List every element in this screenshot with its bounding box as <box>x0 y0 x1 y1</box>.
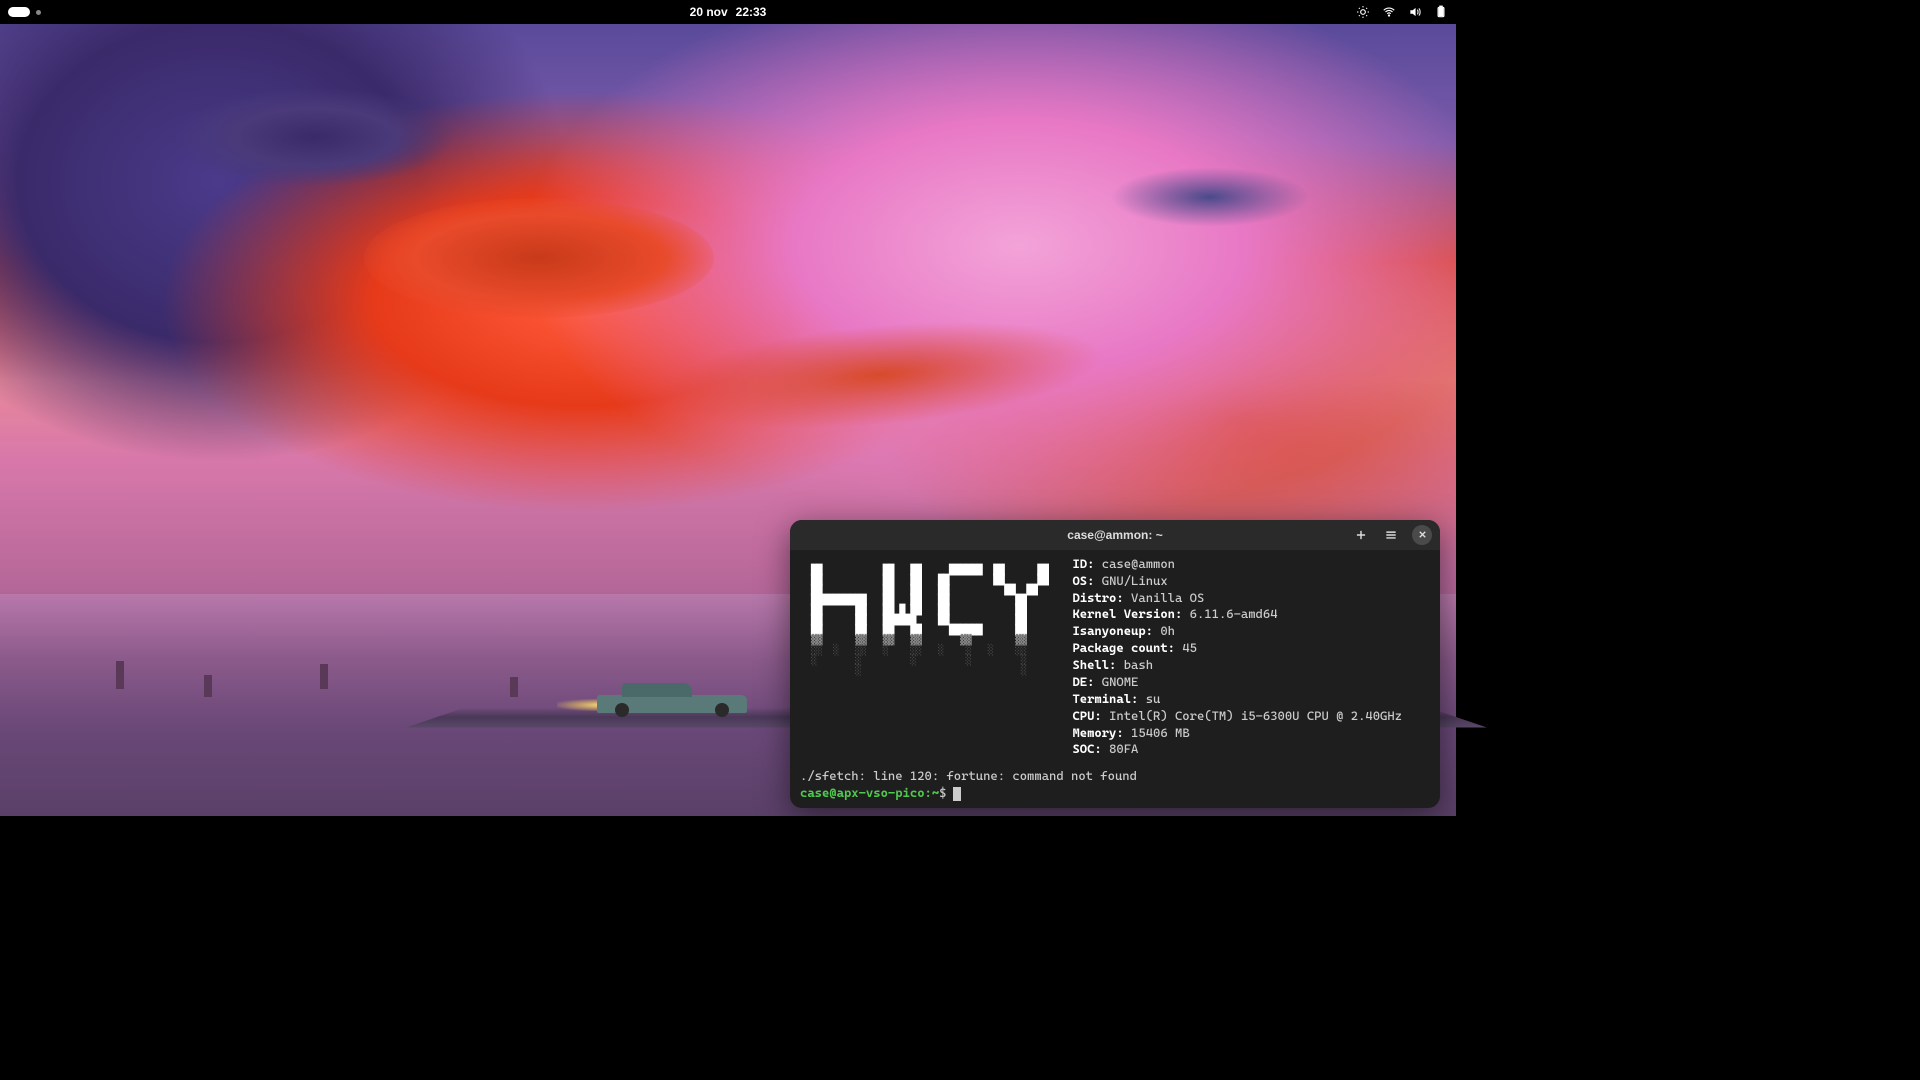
terminal-title: case@ammon: ~ <box>1067 528 1162 542</box>
new-tab-button[interactable] <box>1352 526 1370 544</box>
top-bar: 20 nov 22:33 <box>0 0 1456 24</box>
info-row: Terminal: su <box>1072 691 1430 708</box>
volume-icon[interactable] <box>1408 5 1422 19</box>
prompt-line[interactable]: case@apx-vso-pico:~$ <box>800 785 1430 802</box>
info-row: SOC: 80FA <box>1072 741 1430 758</box>
info-row: Isanyoneup: 0h <box>1072 623 1430 640</box>
menu-button[interactable] <box>1382 526 1400 544</box>
info-row: CPU: Intel(R) Core(TM) i5-6300U CPU @ 2.… <box>1072 708 1430 725</box>
info-row: Package count: 45 <box>1072 640 1430 657</box>
info-row: OS: GNU/Linux <box>1072 573 1430 590</box>
system-info: ID: case@ammon OS: GNU/Linux Distro: Van… <box>1072 556 1430 759</box>
info-row: ID: case@ammon <box>1072 556 1430 573</box>
info-row: Memory: 15406 MB <box>1072 725 1430 742</box>
prompt-user: case@apx-vso-pico <box>800 785 925 800</box>
workspace-indicator-icon[interactable] <box>36 10 41 15</box>
terminal-titlebar[interactable]: case@ammon: ~ <box>790 520 1440 550</box>
prompt-symbol: $ <box>939 785 946 802</box>
system-tray[interactable] <box>1356 5 1448 19</box>
cursor-icon <box>953 787 961 801</box>
error-line: ./sfetch: line 120: fortune: command not… <box>800 768 1430 785</box>
info-row: DE: GNOME <box>1072 674 1430 691</box>
activities-pill-icon[interactable] <box>8 7 30 17</box>
battery-icon[interactable] <box>1434 5 1448 19</box>
info-row: Distro: Vanilla OS <box>1072 590 1430 607</box>
time-label: 22:33 <box>736 5 767 19</box>
brightness-icon[interactable] <box>1356 5 1370 19</box>
clock-area[interactable]: 20 nov 22:33 <box>690 5 767 19</box>
info-row: Shell: bash <box>1072 657 1430 674</box>
terminal-content[interactable]: ██ ██ ██ ██████ ██ ██ ██ ██ ██ ██ ██ ██ … <box>790 550 1440 808</box>
wifi-icon[interactable] <box>1382 5 1396 19</box>
date-label: 20 nov <box>690 5 728 19</box>
close-button[interactable] <box>1412 525 1432 545</box>
terminal-window[interactable]: case@ammon: ~ ██ ██ ██ ██████ ██ ██ ██ █… <box>790 520 1440 808</box>
info-row: Kernel Version: 6.11.6-amd64 <box>1072 606 1430 623</box>
ascii-logo: ██ ██ ██ ██████ ██ ██ ██ ██ ██ ██ ██ ██ … <box>800 556 1048 759</box>
activities-area[interactable] <box>8 7 41 17</box>
prompt-path: ~ <box>932 785 939 800</box>
